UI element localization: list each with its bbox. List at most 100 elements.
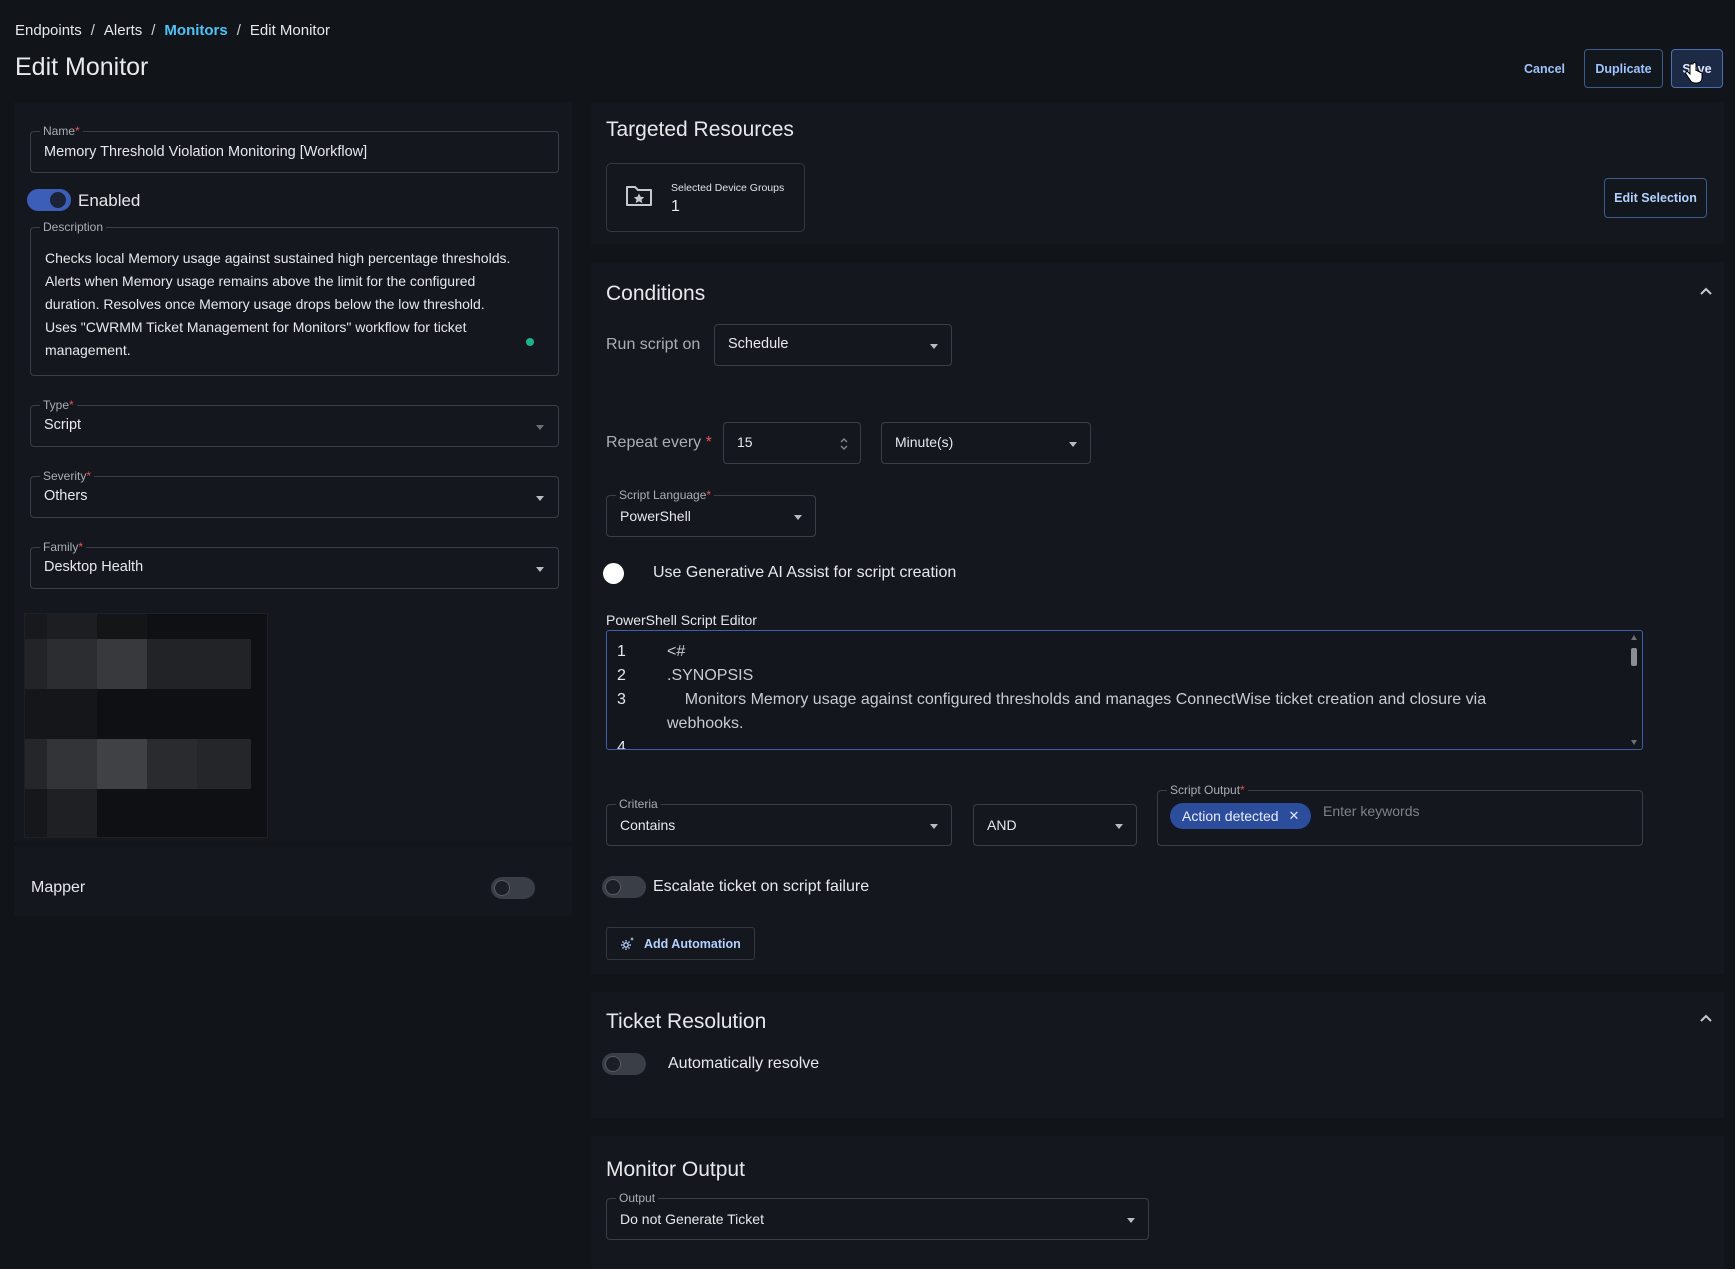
breadcrumb-separator: / [151,22,156,39]
chevron-down-icon [930,824,938,829]
selected-device-groups-label: Selected Device Groups [671,182,785,194]
output-keyword-text: Action detected [1182,808,1279,824]
required-marker: * [705,434,712,451]
auto-resolve-toggle[interactable] [602,1053,646,1075]
breadcrumb-separator: / [90,22,95,39]
script-language-value: PowerShell [620,508,691,524]
code-line: Monitors Memory usage against configured… [667,691,1487,708]
severity-select[interactable]: Severity* Others [30,469,559,518]
selected-device-groups-card: Selected Device Groups 1 [606,163,805,232]
required-marker: * [706,488,712,502]
escalate-toggle[interactable] [602,876,646,898]
conditions-title: Conditions [606,282,706,305]
page-title: Edit Monitor [15,53,149,81]
name-label: Name [43,124,76,138]
output-keyword-chip: Action detected ✕ [1170,803,1312,829]
grammar-status-dot [526,338,534,346]
required-marker: * [1240,783,1245,797]
description-text[interactable]: Checks local Memory usage against sustai… [45,247,510,362]
line-number: 2 [617,667,626,684]
repeat-every-input[interactable]: 15 [723,422,861,464]
name-input[interactable]: Memory Threshold Violation Monitoring [W… [44,144,367,160]
description-line: duration. Resolves once Memory usage dro… [45,296,485,312]
family-select[interactable]: Family* Desktop Health [30,540,559,589]
operator-value: AND [987,817,1017,833]
description-label: Description [40,220,107,234]
output-select[interactable]: Output Do not Generate Ticket [606,1191,1149,1240]
auto-resolve-label: Automatically resolve [668,1055,820,1072]
folder-star-icon [626,186,652,206]
criteria-select[interactable]: Criteria Contains [606,797,952,846]
code-line: <# [667,643,686,660]
enabled-label: Enabled [78,191,141,210]
ticket-resolution-title: Ticket Resolution [606,1010,767,1033]
edit-selection-button[interactable]: Edit Selection [1604,178,1707,218]
breadcrumb-edit-monitor: Edit Monitor [249,22,330,39]
description-line: Checks local Memory usage against sustai… [45,250,511,266]
hand-cursor-icon [1685,62,1703,84]
chevron-down-icon [536,496,544,501]
line-number: 4 [617,739,626,750]
script-editor[interactable]: 1 <# 2 .SYNOPSIS 3 Monitors Memory usage… [606,630,1643,750]
required-marker: * [69,398,74,412]
script-language-label: Script Language [619,488,707,502]
ai-assist-toggle[interactable] [603,563,624,584]
mapper-label: Mapper [31,879,86,896]
description-line: management. [45,342,131,358]
add-automation-label: Add Automation [644,936,741,951]
repeat-unit-select[interactable]: Minute(s) [881,422,1091,464]
breadcrumb-endpoints[interactable]: Endpoints [15,22,82,39]
escalate-label: Escalate ticket on script failure [653,878,870,895]
keywords-input[interactable]: Enter keywords [1323,803,1419,819]
type-label: Type [43,398,70,412]
family-value: Desktop Health [44,559,144,575]
type-value: Script [44,417,82,433]
code-line: webhooks. [667,715,744,732]
required-marker: * [86,469,92,483]
add-automation-button[interactable]: Add Automation [606,927,755,960]
mapper-toggle[interactable] [491,877,535,899]
stepper-icon[interactable] [840,436,848,452]
breadcrumb: Endpoints / Alerts / Monitors / Edit Mon… [15,22,330,39]
family-label: Family [43,540,79,554]
cancel-button[interactable]: Cancel [1512,50,1577,88]
criteria-label: Criteria [616,797,661,811]
repeat-every-value[interactable]: 15 [737,434,753,450]
type-select[interactable]: Type* Script [30,398,559,447]
run-script-on-select[interactable]: Schedule [714,324,952,366]
chevron-up-icon[interactable] [1699,1013,1713,1023]
gear-sparkle-icon [621,936,634,950]
chevron-down-icon [1127,1218,1135,1223]
repeat-every-label: Repeat every [606,434,702,451]
line-number: 1 [617,643,626,660]
required-marker: * [78,540,84,554]
criteria-value: Contains [620,817,676,833]
run-script-on-label: Run script on [606,336,701,353]
breadcrumb-monitors[interactable]: Monitors [164,22,227,39]
enabled-toggle[interactable] [27,189,71,211]
chevron-down-icon [536,567,544,572]
duplicate-button[interactable]: Duplicate [1584,49,1663,88]
ai-assist-label: Use Generative AI Assist for script crea… [653,564,957,581]
repeat-unit-value: Minute(s) [895,434,954,450]
breadcrumb-separator: / [236,22,241,39]
script-language-select[interactable]: Script Language* PowerShell [606,488,816,537]
run-script-on-value: Schedule [728,336,789,352]
editor-scrollbar[interactable] [1629,635,1639,745]
breadcrumb-alerts[interactable]: Alerts [104,22,142,39]
close-icon[interactable]: ✕ [1289,808,1300,824]
script-editor-label: PowerShell Script Editor [606,612,757,628]
required-marker: * [75,124,80,138]
chevron-down-icon [1115,824,1123,829]
chevron-down-icon [794,515,802,520]
redacted-image [24,613,268,838]
name-field[interactable]: Name* Memory Threshold Violation Monitor… [30,124,559,173]
conditions-panel [591,262,1724,974]
script-output-field[interactable]: Script Output* Action detected ✕ Enter k… [1157,783,1643,846]
description-field[interactable]: Description Checks local Memory usage ag… [30,220,559,376]
chevron-up-icon[interactable] [1699,286,1713,296]
operator-select[interactable]: AND [973,804,1137,846]
chevron-down-icon [536,425,544,430]
targeted-resources-title: Targeted Resources [606,118,794,141]
chevron-down-icon [1069,442,1077,447]
